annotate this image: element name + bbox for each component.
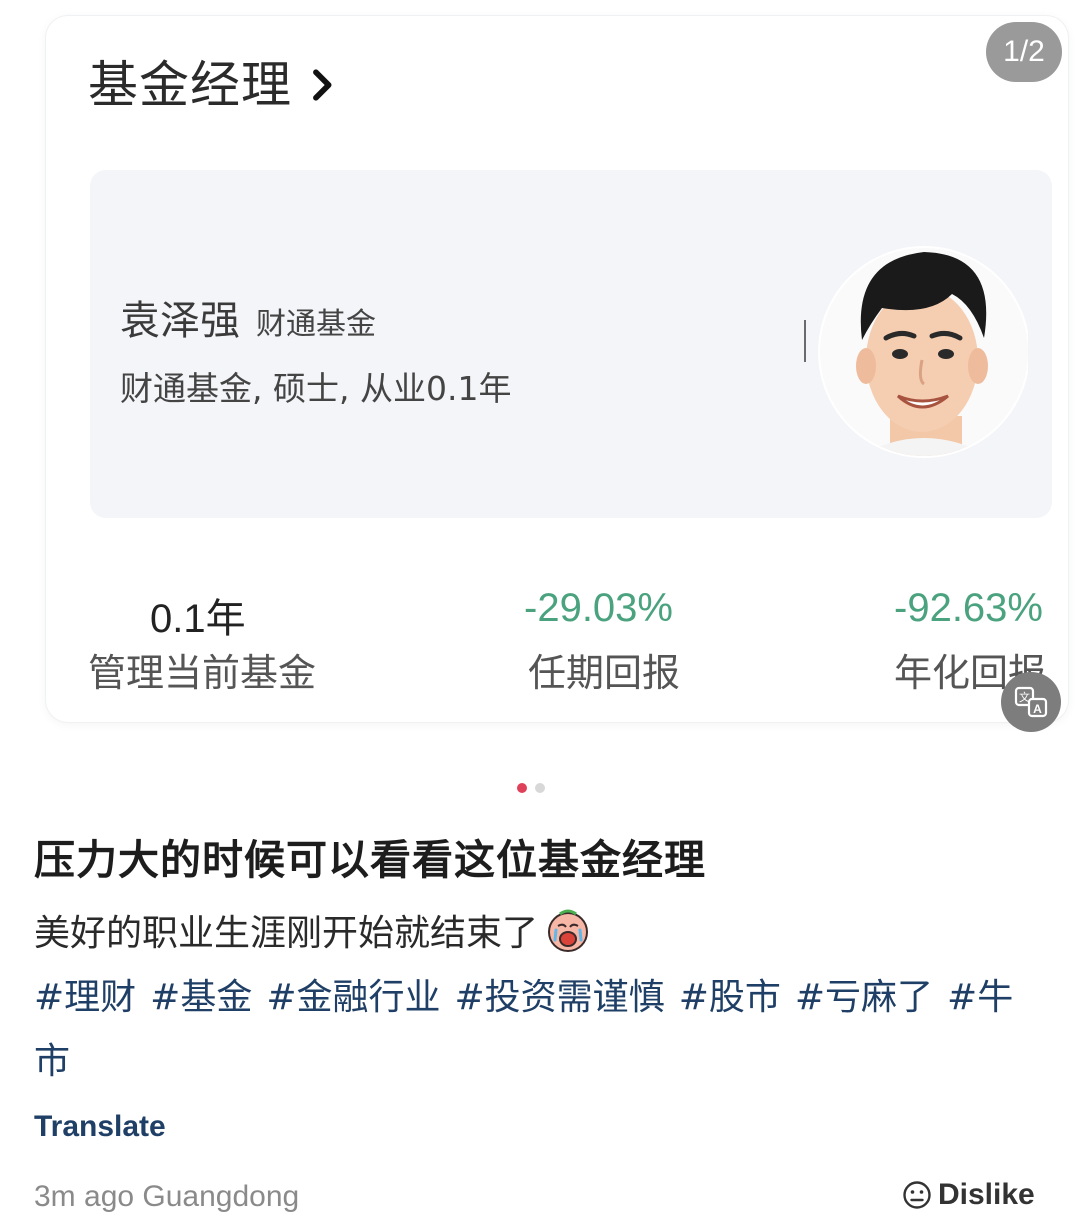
- manager-stats: 0.1年 管理当前基金 -29.03% 任期回报 -92.63% 年化回报: [46, 576, 1068, 706]
- hashtag-link[interactable]: #亏麻了: [795, 977, 933, 1018]
- manager-company: 财通基金: [256, 307, 376, 342]
- neutral-face-icon: [903, 1181, 931, 1209]
- translate-image-button[interactable]: 文 A: [1001, 672, 1061, 732]
- fund-manager-screenshot[interactable]: 基金经理 袁泽强 财通基金 财通基金, 硕士, 从业0.1年 0.1年 管理当前…: [46, 16, 1068, 722]
- post-body: 美好的职业生涯刚开始就结束了: [34, 904, 592, 956]
- hashtag-link[interactable]: #投资需谨慎: [455, 977, 665, 1018]
- divider-line: [804, 320, 806, 362]
- carousel-indicator[interactable]: [517, 783, 545, 793]
- manager-name-row: 袁泽强 财通基金: [120, 288, 376, 346]
- manager-name: 袁泽强: [120, 298, 240, 344]
- hashtag-link[interactable]: #基金: [150, 977, 252, 1018]
- carousel-dot-active[interactable]: [517, 783, 527, 793]
- translate-icon: 文 A: [1014, 686, 1048, 718]
- translate-post-link[interactable]: Translate: [34, 1110, 166, 1144]
- manager-avatar: [818, 246, 1028, 458]
- image-page-counter: 1/2: [986, 22, 1062, 82]
- fund-manager-title: 基金经理: [88, 56, 292, 114]
- crying-face-emoji: [548, 909, 589, 952]
- stat-value-term-return: -29.03%: [524, 586, 673, 630]
- manager-description: 财通基金, 硕士, 从业0.1年: [120, 369, 512, 408]
- post-time-location: 3m ago Guangdong: [34, 1180, 300, 1213]
- fund-manager-header[interactable]: 基金经理: [88, 60, 340, 110]
- post-body-text: 美好的职业生涯刚开始就结束了: [34, 913, 539, 954]
- stat-label-tenure: 管理当前基金: [88, 651, 317, 695]
- post-title: 压力大的时候可以看看这位基金经理: [34, 836, 706, 884]
- dislike-label: Dislike: [938, 1178, 1035, 1211]
- stat-value-tenure: 0.1年: [150, 597, 246, 641]
- carousel-dot[interactable]: [535, 783, 545, 793]
- hashtag-link[interactable]: #股市: [679, 977, 781, 1018]
- stat-label-term-return: 任期回报: [528, 651, 681, 695]
- manager-profile-card[interactable]: 袁泽强 财通基金 财通基金, 硕士, 从业0.1年: [90, 170, 1052, 518]
- hashtag-link[interactable]: #金融行业: [266, 977, 440, 1018]
- hashtag-link[interactable]: #理财: [34, 977, 136, 1018]
- hashtag-list: #理财 #基金 #金融行业 #投资需谨慎 #股市 #亏麻了 #牛市: [34, 966, 1034, 1094]
- dislike-button[interactable]: Dislike: [902, 1178, 1035, 1212]
- stat-value-annual-return: -92.63%: [894, 586, 1043, 630]
- svg-text:A: A: [1033, 702, 1042, 716]
- chevron-right-icon: [313, 69, 332, 101]
